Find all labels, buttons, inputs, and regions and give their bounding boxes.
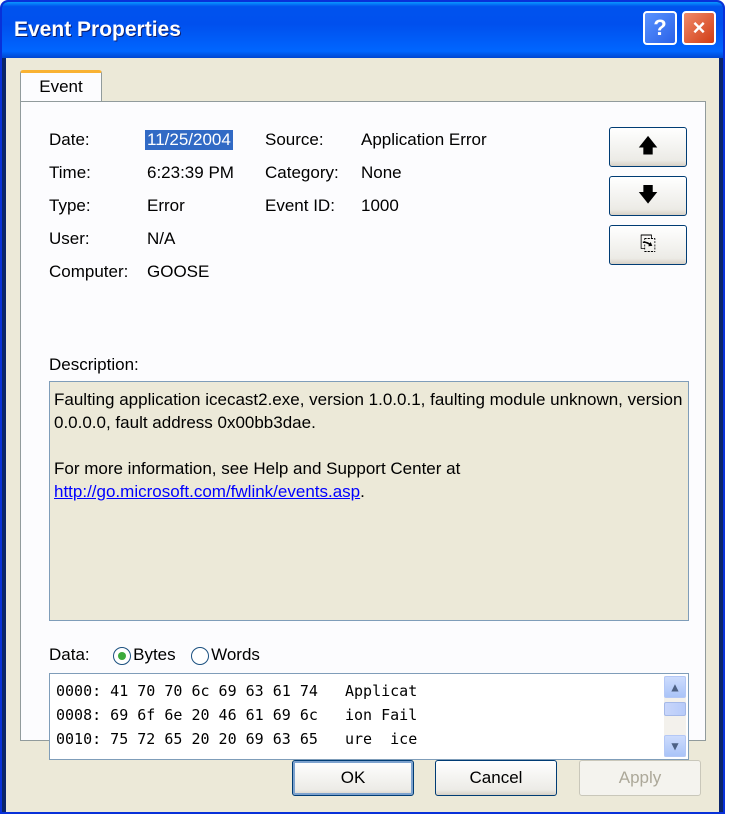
date-label: Date: bbox=[49, 130, 90, 149]
source-value[interactable]: Application Error bbox=[361, 130, 487, 150]
scroll-thumb[interactable] bbox=[664, 702, 686, 716]
hex-row: 0008: 69 6f 6e 20 46 61 69 6c ion Fail bbox=[56, 706, 418, 724]
bytes-radio-label[interactable]: Bytes bbox=[133, 645, 176, 664]
chevron-down-icon: ▼ bbox=[671, 739, 679, 753]
dialog-client: Event Date: 11/25/2004 Time: 6:23:39 PM … bbox=[6, 58, 719, 812]
previous-event-button[interactable]: 🡅 bbox=[609, 127, 687, 167]
data-label: Data: bbox=[49, 645, 90, 664]
type-value[interactable]: Error bbox=[147, 196, 185, 216]
date-value[interactable]: 11/25/2004 bbox=[145, 130, 233, 150]
description-text: Faulting application icecast2.exe, versi… bbox=[54, 390, 683, 432]
event-id-label: Event ID: bbox=[265, 196, 335, 215]
source-label: Source: bbox=[265, 130, 324, 149]
computer-label: Computer: bbox=[49, 262, 129, 281]
description-help-text: For more information, see Help and Suppo… bbox=[54, 459, 461, 478]
next-event-button[interactable]: 🡇 bbox=[609, 176, 687, 216]
type-label: Type: bbox=[49, 196, 91, 215]
ok-button[interactable]: OK bbox=[292, 760, 414, 796]
event-properties-window: Event Properties ? × Event Date: 11/25/2… bbox=[0, 0, 725, 814]
data-hex-box[interactable]: 0000: 41 70 70 6c 69 63 61 74 Applicat 0… bbox=[49, 673, 689, 760]
window-title: Event Properties bbox=[14, 18, 181, 41]
hex-row: 0010: 75 72 65 20 20 69 63 65 ure ice bbox=[56, 730, 418, 748]
tab-event[interactable]: Event bbox=[20, 70, 102, 102]
title-bar[interactable]: Event Properties ? × bbox=[2, 2, 723, 58]
computer-value[interactable]: GOOSE bbox=[147, 262, 209, 282]
chevron-up-icon: ▲ bbox=[671, 680, 679, 694]
bytes-radio[interactable] bbox=[113, 646, 132, 665]
close-button[interactable]: × bbox=[682, 11, 716, 45]
description-label: Description: bbox=[49, 355, 139, 374]
help-link[interactable]: http://go.microsoft.com/fwlink/events.as… bbox=[54, 482, 360, 501]
link-suffix: . bbox=[360, 482, 365, 501]
category-value[interactable]: None bbox=[361, 163, 402, 183]
help-button[interactable]: ? bbox=[643, 11, 677, 45]
apply-button[interactable]: Apply bbox=[579, 760, 701, 796]
arrow-up-icon: 🡅 bbox=[637, 135, 659, 157]
description-box[interactable]: Faulting application icecast2.exe, versi… bbox=[49, 381, 689, 621]
user-label: User: bbox=[49, 229, 90, 248]
scroll-down-button[interactable]: ▼ bbox=[664, 735, 686, 757]
words-radio-label[interactable]: Words bbox=[211, 645, 260, 664]
user-value[interactable]: N/A bbox=[147, 229, 175, 249]
data-scrollbar[interactable]: ▲ ▼ bbox=[664, 676, 686, 757]
cancel-button[interactable]: Cancel bbox=[435, 760, 557, 796]
copy-button[interactable]: ⎘ bbox=[609, 225, 687, 265]
arrow-down-icon: 🡇 bbox=[637, 184, 659, 206]
words-radio[interactable] bbox=[191, 646, 210, 665]
event-panel: Date: 11/25/2004 Time: 6:23:39 PM Type: … bbox=[20, 101, 706, 760]
scroll-up-button[interactable]: ▲ bbox=[664, 676, 686, 698]
category-label: Category: bbox=[265, 163, 339, 182]
data-format-row: Data: Bytes Words bbox=[49, 645, 260, 665]
copy-icon: ⎘ bbox=[640, 233, 656, 255]
time-value[interactable]: 6:23:39 PM bbox=[147, 163, 234, 183]
hex-row: 0000: 41 70 70 6c 69 63 61 74 Applicat bbox=[56, 682, 418, 700]
event-id-value[interactable]: 1000 bbox=[361, 196, 399, 216]
time-label: Time: bbox=[49, 163, 91, 182]
